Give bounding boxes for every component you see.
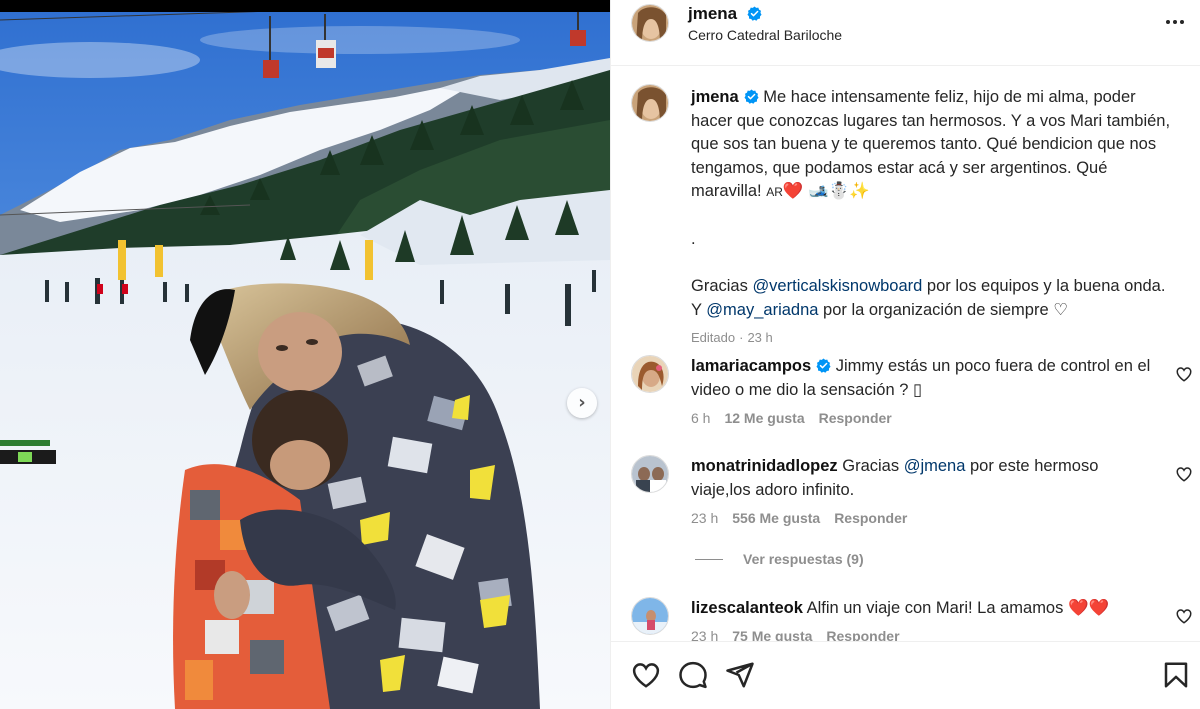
comment-text: monatrinidadlopez Gracias @jmena por est… xyxy=(691,455,1161,502)
comment-time[interactable]: 23 h xyxy=(691,510,718,526)
caption-meta: Editado · 23 h xyxy=(691,330,773,345)
photo-illustration xyxy=(0,0,610,709)
comment-time[interactable]: 6 h xyxy=(691,410,710,426)
commenter-avatar[interactable] xyxy=(631,455,669,493)
mention-jmena[interactable]: @jmena xyxy=(904,457,966,475)
post-details-panel: jmena Cerro Catedral Bariloche jmena Me … xyxy=(610,0,1200,709)
author-username-text[interactable]: jmena xyxy=(688,4,737,23)
comment-meta: 23 h 556 Me gusta Responder xyxy=(691,510,907,526)
thanks-2-a: Y xyxy=(691,300,707,319)
edited-time[interactable]: 23 h xyxy=(747,330,772,345)
caption-text: jmena Me hace intensamente feliz, hijo d… xyxy=(691,86,1181,350)
comment-meta: 6 h 12 Me gusta Responder xyxy=(691,410,892,426)
view-replies-button[interactable]: Ver respuestas (9) xyxy=(695,551,864,567)
comment-icon[interactable] xyxy=(678,660,708,690)
comment-text: lamariacampos Jimmy estás un poco fuera … xyxy=(691,355,1161,402)
commenter-avatar[interactable] xyxy=(631,597,669,635)
post-location[interactable]: Cerro Catedral Bariloche xyxy=(688,27,842,43)
comment-likes[interactable]: 556 Me gusta xyxy=(732,510,820,526)
more-options-icon[interactable] xyxy=(1163,12,1187,32)
caption-author-avatar[interactable] xyxy=(631,84,669,122)
commenter-username[interactable]: lizescalanteok xyxy=(691,599,803,617)
outline-heart-emoji: ♡ xyxy=(1053,300,1069,319)
comment-body: Alfin un viaje con Mari! La amamos xyxy=(806,599,1068,617)
bookmark-icon[interactable] xyxy=(1161,660,1191,690)
view-replies-label[interactable]: Ver respuestas (9) xyxy=(743,551,864,567)
caption-body: Me hace intensamente feliz, hijo de mi a… xyxy=(691,88,1171,200)
heart-icon[interactable] xyxy=(1175,465,1193,483)
caption-dot: . xyxy=(691,230,696,248)
commenter-username[interactable]: monatrinidadlopez xyxy=(691,457,838,475)
mention-verticalskisnowboard[interactable]: @verticalskisnowboard xyxy=(752,277,922,295)
heart-icon[interactable] xyxy=(1175,365,1193,383)
verified-badge-icon xyxy=(816,358,831,373)
commenter-username[interactable]: lamariacampos xyxy=(691,357,811,375)
author-username[interactable]: jmena xyxy=(688,4,762,24)
heart-icon[interactable] xyxy=(631,660,661,690)
comment-hearts: ❤️❤️ xyxy=(1067,599,1110,617)
reply-button[interactable]: Responder xyxy=(819,410,892,426)
chevron-right-icon: › xyxy=(578,392,586,413)
post-actions-bar xyxy=(611,641,1200,709)
thanks-1-a: Gracias xyxy=(691,277,753,295)
edited-label: Editado xyxy=(691,330,736,345)
post-header: jmena Cerro Catedral Bariloche xyxy=(611,0,1200,66)
heart-icon[interactable] xyxy=(1175,607,1193,625)
author-avatar[interactable] xyxy=(631,4,669,42)
mention-may-ariadna[interactable]: @may_ariadna xyxy=(706,301,818,319)
post-photo[interactable]: › xyxy=(0,0,610,709)
comment-text: lizescalanteok Alfin un viaje con Mari! … xyxy=(691,597,1161,621)
verified-badge-icon xyxy=(747,6,762,21)
next-photo-button[interactable]: › xyxy=(567,388,597,418)
caption-emojis: ❤️ 🎿☃️✨ xyxy=(782,182,870,200)
share-icon[interactable] xyxy=(725,660,755,690)
caption-username[interactable]: jmena xyxy=(691,88,739,106)
verified-badge-icon xyxy=(744,89,759,104)
replies-divider xyxy=(695,558,723,560)
comment-body-a: Gracias xyxy=(842,457,904,475)
commenter-avatar[interactable] xyxy=(631,355,669,393)
flag-text: AR xyxy=(766,185,783,199)
photo-top-bar xyxy=(0,0,610,12)
thanks-1-b: por los equipos y la buena onda. xyxy=(922,277,1166,295)
reply-button[interactable]: Responder xyxy=(834,510,907,526)
comment-likes[interactable]: 12 Me gusta xyxy=(724,410,804,426)
thanks-2-b: por la organización de siempre xyxy=(818,300,1054,319)
